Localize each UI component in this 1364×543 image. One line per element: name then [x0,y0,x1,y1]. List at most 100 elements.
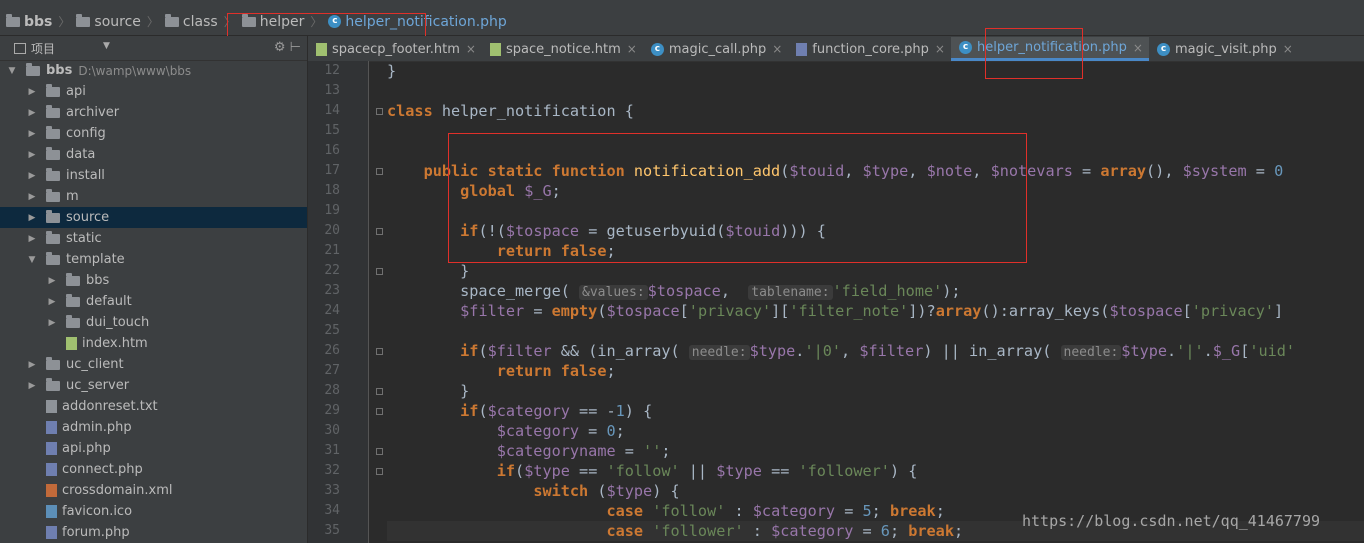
tree-item-label: forum.php [62,525,130,540]
folder-icon [66,272,80,286]
tree-item[interactable]: ▶ dui_touch [0,312,307,333]
tree-item-label: data [66,147,96,162]
project-panel-title[interactable]: 项目 [31,40,55,57]
editor-tab[interactable]: c magic_call.php × [643,37,788,61]
highlight-box-code [448,133,1027,263]
param-hint: &values: [579,285,648,300]
close-icon[interactable]: × [466,42,476,56]
line-number: 14 [324,103,340,118]
folder-icon [46,356,60,370]
tree-item-path: D:\wamp\www\bbs [78,63,192,78]
editor-tab[interactable]: spacecp_footer.htm × [308,37,482,61]
collapse-arrow-icon[interactable]: ▶ [46,297,58,307]
line-number: 21 [324,243,340,258]
tree-item[interactable]: crossdomain.xml [0,480,307,501]
line-number: 27 [324,363,340,378]
collapse-arrow-icon[interactable]: ▶ [26,360,38,370]
tree-item[interactable]: ▼ bbs D:\wamp\www\bbs [0,60,307,81]
tree-item[interactable]: index.htm [0,333,307,354]
php-file-icon [46,421,57,434]
tree-item[interactable]: ▶ config [0,123,307,144]
collapse-arrow-icon[interactable]: ▶ [26,87,38,97]
folder-icon [46,377,60,391]
collapse-arrow-icon[interactable]: ▶ [26,213,38,223]
tree-item-label: default [86,294,132,309]
tree-item[interactable]: api.php [0,438,307,459]
tree-item-label: admin.php [62,420,132,435]
folder-icon [46,146,60,160]
folder-icon [26,62,40,76]
watermark-text: https://blog.csdn.net/qq_41467799 [1022,512,1321,530]
chevron-down-icon[interactable]: ▼ [103,41,110,51]
close-icon[interactable]: × [1133,41,1143,55]
tree-item[interactable]: ▼ template [0,249,307,270]
breadcrumb-item-class[interactable]: class [163,13,220,30]
tree-item[interactable]: ▶ install [0,165,307,186]
collapse-arrow-icon[interactable]: ▶ [46,318,58,328]
editor-tab[interactable]: function_core.php × [788,37,951,61]
close-icon[interactable]: × [772,42,782,56]
breadcrumb-item-source[interactable]: source [74,13,143,30]
line-number: 15 [324,123,340,138]
collapse-arrow-icon[interactable]: ▶ [46,276,58,286]
tree-item[interactable]: ▶ api [0,81,307,102]
php-class-icon: c [958,41,972,54]
project-panel: 项目 ▼ ⚙ ⊢ ▼ bbs D:\wamp\www\bbs ▶ api ▶ archive… [0,36,308,543]
code-line: } [387,382,470,400]
tree-item[interactable]: ▶ uc_server [0,375,307,396]
chevron-right-icon: 〉 [146,15,159,29]
folder-icon [46,125,60,139]
line-number: 16 [324,143,340,158]
tree-item[interactable]: ▶ static [0,228,307,249]
collapse-arrow-icon[interactable]: ▶ [26,150,38,160]
tree-item-label: connect.php [62,462,143,477]
tree-item-label: source [66,210,110,225]
close-icon[interactable]: × [627,42,637,56]
collapse-icon[interactable]: ⊢ [290,40,301,55]
php-class-icon: c [650,42,664,56]
line-number: 24 [324,303,340,318]
editor-tab[interactable]: space_notice.htm × [482,37,643,61]
line-number: 29 [324,403,340,418]
line-number: 18 [324,183,340,198]
tree-item[interactable]: forum.php [0,522,307,543]
line-number: 32 [324,463,340,478]
collapse-arrow-icon[interactable]: ▶ [26,381,38,391]
tree-item[interactable]: ▶ source [0,207,307,228]
tree-item-label: bbs [86,273,110,288]
tree-item[interactable]: ▶ data [0,144,307,165]
tree-item-label: api [66,84,86,99]
line-number: 26 [324,343,340,358]
tree-item[interactable]: connect.php [0,459,307,480]
editor-tabs: spacecp_footer.htm × space_notice.htm × c mag… [308,36,1364,62]
tree-item-label: install [66,168,105,183]
tree-item[interactable]: ▶ m [0,186,307,207]
collapse-arrow-icon[interactable]: ▶ [26,171,38,181]
editor-tab[interactable]: c magic_visit.php × [1149,37,1299,61]
gear-icon[interactable]: ⚙ [274,40,286,55]
tree-item-label: dui_touch [86,315,150,330]
tree-item[interactable]: ▶ bbs [0,270,307,291]
code-line: if($filter && (in_array( needle: $type.'|… [460,342,1296,360]
line-number: 28 [324,383,340,398]
tree-item[interactable]: ▶ uc_client [0,354,307,375]
collapse-arrow-icon[interactable]: ▶ [26,234,38,244]
expand-arrow-icon[interactable]: ▼ [26,255,38,265]
collapse-arrow-icon[interactable]: ▶ [26,192,38,202]
tree-item[interactable]: ▶ archiver [0,102,307,123]
code-line: } [387,262,470,280]
folder-icon [66,314,80,328]
tree-item[interactable]: favicon.ico [0,501,307,522]
tree-item[interactable]: addonreset.txt [0,396,307,417]
close-icon[interactable]: × [1283,42,1293,56]
expand-arrow-icon[interactable]: ▼ [6,66,18,76]
line-number: 31 [324,443,340,458]
collapse-arrow-icon[interactable]: ▶ [26,129,38,139]
collapse-arrow-icon[interactable]: ▶ [26,108,38,118]
tree-item-label: addonreset.txt [62,399,158,414]
line-number: 13 [324,83,340,98]
tree-item[interactable]: admin.php [0,417,307,438]
close-icon[interactable]: × [935,42,945,56]
tree-item[interactable]: ▶ default [0,291,307,312]
breadcrumb-item-bbs[interactable]: bbs [0,13,54,30]
